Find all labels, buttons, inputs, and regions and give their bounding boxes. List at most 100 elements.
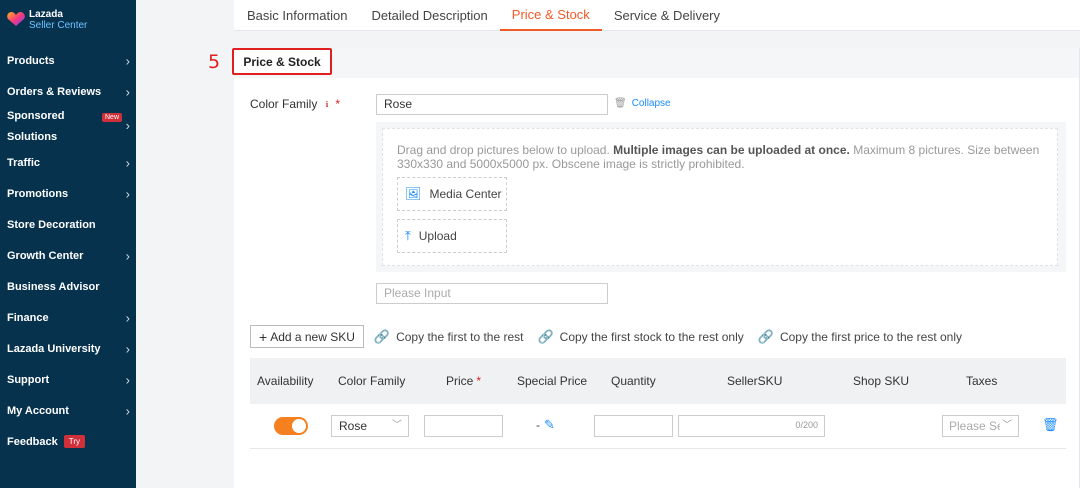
upload-icon: ⤒ xyxy=(405,228,411,243)
column-header-color-family: Color Family xyxy=(338,374,406,388)
sidebar-item-label: Feedback xyxy=(7,435,58,448)
new-badge: New xyxy=(102,113,123,122)
section-header xyxy=(234,48,1080,78)
chevron-down-icon: ﹀ xyxy=(1000,416,1012,436)
chevron-down-icon: ﹀ xyxy=(392,420,402,431)
edit-icon[interactable]: ✎ xyxy=(544,417,555,433)
media-center-label: Media Center xyxy=(429,187,502,201)
sku-actions-bar: + Add a new SKU 🔗 Copy the first to the … xyxy=(250,325,976,348)
sidebar-item-label: Support xyxy=(7,373,50,386)
paperclip-icon: 🔗 xyxy=(757,328,774,344)
taxes-select-placeholder: Please Se xyxy=(949,419,1004,433)
sidebar-item-label: Traffic xyxy=(7,156,41,169)
toggle-knob xyxy=(292,419,306,433)
sidebar-item-label: Business Advisor xyxy=(7,280,100,293)
collapse-button[interactable]: 🗑 Collapse xyxy=(614,98,671,109)
sidebar-item-orders-reviews[interactable]: Orders & Reviews › xyxy=(0,76,136,107)
section-title: Price & Stock xyxy=(232,48,332,75)
chevron-right-icon: › xyxy=(125,341,130,356)
sidebar-item-label: Growth Center xyxy=(7,249,84,262)
copy-first-price-label: Copy the first price to the rest only xyxy=(779,329,963,344)
chevron-right-icon: › xyxy=(125,248,130,263)
upload-label: Upload xyxy=(418,229,457,243)
copy-first-price-link[interactable]: 🔗 Copy the first price to the rest only xyxy=(758,329,962,345)
sidebar-item-lazada-university[interactable]: Lazada University › xyxy=(0,333,136,364)
color-family-label-text: Color Family xyxy=(250,97,318,111)
step-number: 5 xyxy=(208,51,221,73)
sku-table-header: Availability Color Family Price * Special… xyxy=(250,358,1066,404)
sidebar-item-business-advisor[interactable]: Business Advisor xyxy=(0,271,136,302)
table-row: Rose ﹀ - ✎ 0/200 Please Se ﹀ 🗑 xyxy=(250,404,1066,449)
add-sku-label: Add a new SKU xyxy=(270,329,355,344)
column-header-price: Price * xyxy=(446,358,481,404)
add-sku-button[interactable]: + Add a new SKU xyxy=(250,325,364,348)
sidebar-item-feedback[interactable]: Feedback Try xyxy=(0,426,136,457)
chevron-right-icon: › xyxy=(125,53,130,68)
lazada-heart-icon xyxy=(7,11,25,27)
tab-price-stock[interactable]: Price & Stock xyxy=(499,0,602,31)
required-marker: * xyxy=(335,97,341,111)
delete-row-icon[interactable]: 🗑 xyxy=(1042,417,1059,433)
seller-sku-input[interactable]: 0/200 xyxy=(678,415,825,437)
taxes-select[interactable]: Please Se ﹀ xyxy=(942,415,1019,437)
sidebar-item-products[interactable]: Products › xyxy=(0,45,136,76)
quantity-input[interactable] xyxy=(594,415,673,437)
sidebar-item-finance[interactable]: Finance › xyxy=(0,302,136,333)
sidebar-item-label: Orders & Reviews xyxy=(7,85,102,98)
image-icon: 🖼 xyxy=(405,186,422,201)
lazada-logo[interactable]: Lazada Seller Center xyxy=(7,9,87,31)
column-header-price-label: Price xyxy=(446,374,474,388)
sidebar-item-promotions[interactable]: Promotions › xyxy=(0,178,136,209)
media-center-button[interactable]: 🖼 Media Center xyxy=(397,177,507,211)
copy-first-stock-label: Copy the first stock to the rest only xyxy=(559,329,744,344)
sidebar-item-growth-center[interactable]: Growth Center › xyxy=(0,240,136,271)
paperclip-icon: 🔗 xyxy=(537,328,554,344)
sidebar-item-support[interactable]: Support › xyxy=(0,364,136,395)
sidebar-item-my-account[interactable]: My Account › xyxy=(0,395,136,426)
info-icon[interactable]: ℹ xyxy=(322,100,331,109)
copy-first-to-rest-label: Copy the first to the rest xyxy=(396,329,524,344)
column-header-taxes: Taxes xyxy=(966,374,998,388)
required-marker: * xyxy=(476,374,482,388)
logo-subtitle: Seller Center xyxy=(29,20,88,31)
chevron-right-icon: › xyxy=(125,403,130,418)
upload-text-bold: Multiple images can be uploaded at once. xyxy=(613,143,850,157)
chevron-right-icon: › xyxy=(125,186,130,201)
sidebar-item-label: Sponsored Solutions xyxy=(7,110,65,143)
sidebar-item-label: Products xyxy=(7,54,55,67)
column-header-special-price: Special Price xyxy=(517,374,588,388)
logo-name: Lazada xyxy=(29,9,63,20)
color-family-select-value: Rose xyxy=(339,419,368,433)
sidebar-item-label: Finance xyxy=(7,311,49,324)
new-color-family-input[interactable]: Please Input xyxy=(376,283,608,304)
sidebar-item-store-decoration[interactable]: Store Decoration xyxy=(0,209,136,240)
copy-first-stock-link[interactable]: 🔗 Copy the first stock to the rest only xyxy=(537,329,743,345)
upload-instructions: Drag and drop pictures below to upload. … xyxy=(397,143,1047,171)
product-tabs: Basic Information Detailed Description P… xyxy=(234,0,1080,31)
copy-first-to-rest-link[interactable]: 🔗 Copy the first to the rest xyxy=(374,329,524,345)
color-family-select[interactable]: Rose ﹀ xyxy=(331,415,409,437)
sidebar-item-sponsored-solutions[interactable]: Sponsored Solutions New › xyxy=(0,107,136,147)
paperclip-icon: 🔗 xyxy=(373,328,391,344)
tab-basic-information[interactable]: Basic Information xyxy=(234,0,359,31)
char-counter: 0/200 xyxy=(795,420,818,430)
tab-service-delivery[interactable]: Service & Delivery xyxy=(602,0,732,31)
column-header-seller-sku: SellerSKU xyxy=(727,374,783,388)
image-drop-zone[interactable]: Drag and drop pictures below to upload. … xyxy=(382,128,1058,266)
sidebar-item-label: Store Decoration xyxy=(7,218,96,231)
chevron-right-icon: › xyxy=(125,372,130,387)
sidebar: Lazada Seller Center Products › Orders &… xyxy=(0,0,136,488)
special-price-cell: - ✎ xyxy=(536,417,555,433)
availability-toggle[interactable] xyxy=(274,417,308,435)
chevron-right-icon: › xyxy=(125,118,130,133)
column-header-shop-sku: Shop SKU xyxy=(853,374,910,388)
upload-button[interactable]: ⤒ Upload xyxy=(397,219,507,253)
chevron-right-icon: › xyxy=(125,84,130,99)
price-input[interactable] xyxy=(424,415,503,437)
sidebar-item-traffic[interactable]: Traffic › xyxy=(0,147,136,178)
color-family-label: Color Family ℹ * xyxy=(250,97,340,111)
tab-detailed-description[interactable]: Detailed Description xyxy=(359,0,499,31)
sidebar-nav: Products › Orders & Reviews › Sponsored … xyxy=(0,45,136,457)
chevron-right-icon: › xyxy=(125,155,130,170)
color-family-input[interactable]: Rose xyxy=(376,94,608,115)
